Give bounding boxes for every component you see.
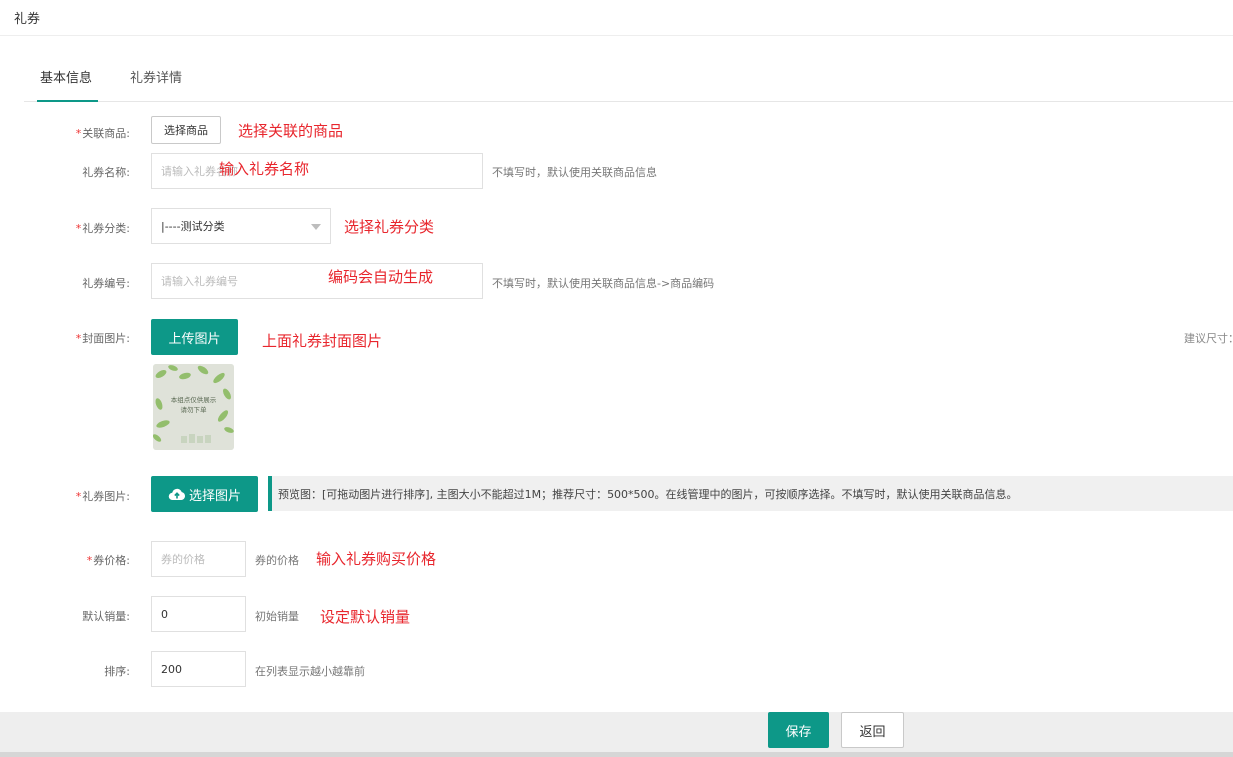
save-button[interactable]: 保存 <box>768 712 829 748</box>
required-mark: * <box>75 332 82 345</box>
coupon-name-input[interactable]: 请输入礼券名称 <box>151 153 483 189</box>
footer-bottom-edge <box>0 752 1233 757</box>
category-annotation: 选择礼券分类 <box>344 218 435 236</box>
category-select[interactable]: |----测试分类 <box>151 208 331 244</box>
tab-coupon-detail[interactable]: 礼券详情 <box>130 70 182 88</box>
code-annotation: 编码会自动生成 <box>328 268 434 286</box>
images-label: *礼券图片: <box>76 488 130 504</box>
category-selected-value: |----测试分类 <box>161 220 225 233</box>
chevron-down-icon <box>311 224 321 230</box>
required-mark: * <box>86 554 93 567</box>
required-mark: * <box>75 127 82 140</box>
tab-basic-info-label: 基本信息 <box>40 71 93 86</box>
price-label: *券价格: <box>87 552 130 568</box>
required-mark: * <box>75 222 82 235</box>
thumb-text-line2: 请勿下单 <box>181 405 208 414</box>
price-input[interactable]: 券的价格 <box>151 541 246 577</box>
product-label-text: 关联商品: <box>82 127 130 140</box>
cover-annotation: 上面礼券封面图片 <box>262 332 383 350</box>
size-hint: 建议尺寸： <box>1184 332 1233 345</box>
preview-bar: 预览图：[可拖动图片进行排序], 主图大小不能超过1M；推荐尺寸：500*500… <box>268 476 1233 511</box>
cloud-upload-icon <box>168 488 186 501</box>
back-button[interactable]: 返回 <box>841 712 904 748</box>
name-hint: 不填写时，默认使用关联商品信息 <box>492 166 657 179</box>
tab-basic-info[interactable]: 基本信息 <box>40 70 92 88</box>
select-product-button[interactable]: 选择商品 <box>151 116 221 144</box>
preview-text: 预览图：[可拖动图片进行排序], 主图大小不能超过1M；推荐尺寸：500*500… <box>278 487 1018 501</box>
required-mark: * <box>75 490 82 503</box>
tab-coupon-detail-label: 礼券详情 <box>130 71 183 86</box>
sort-input[interactable]: 200 <box>151 651 246 687</box>
sort-hint: 在列表显示越小越靠前 <box>255 665 365 678</box>
code-hint: 不填写时，默认使用关联商品信息->商品编码 <box>492 277 715 290</box>
select-images-button[interactable]: 选择图片 <box>151 476 258 512</box>
category-label-text: 礼券分类: <box>82 222 130 235</box>
thumb-text-line1: 本组点仅供展示 <box>171 395 217 404</box>
price-hint: 券的价格 <box>255 554 299 567</box>
page-title: 礼券 <box>14 12 41 27</box>
product-label: *关联商品: <box>76 125 130 141</box>
cover-image: 本组点仅供展示 请勿下单 <box>153 364 234 450</box>
images-label-text: 礼券图片: <box>82 490 130 503</box>
coupon-code-input[interactable]: 请输入礼券编号 <box>151 263 483 299</box>
default-sales-input[interactable]: 0 <box>151 596 246 632</box>
cover-label-text: 封面图片: <box>82 332 130 345</box>
name-label: 礼券名称: <box>82 166 130 179</box>
sort-label: 排序: <box>104 665 130 678</box>
title-divider <box>0 35 1233 36</box>
upload-cover-button[interactable]: 上传图片 <box>151 319 238 355</box>
sales-label: 默认销量: <box>82 610 130 623</box>
category-label: *礼券分类: <box>76 220 130 236</box>
code-label: 礼券编号: <box>82 277 130 290</box>
footer-bar <box>0 712 1233 752</box>
sales-annotation: 设定默认销量 <box>320 608 411 626</box>
cover-label: *封面图片: <box>76 330 130 346</box>
select-images-label: 选择图片 <box>188 488 241 504</box>
name-annotation: 输入礼券名称 <box>219 160 310 178</box>
product-annotation: 选择关联的商品 <box>238 122 344 140</box>
tab-bar: 基本信息 礼券详情 <box>24 70 1233 102</box>
sales-hint: 初始销量 <box>255 610 299 623</box>
cover-thumbnail[interactable]: 本组点仅供展示 请勿下单 <box>153 364 234 450</box>
price-annotation: 输入礼券购买价格 <box>316 550 437 568</box>
price-label-text: 券价格: <box>93 554 130 567</box>
active-tab-underline <box>37 100 98 102</box>
